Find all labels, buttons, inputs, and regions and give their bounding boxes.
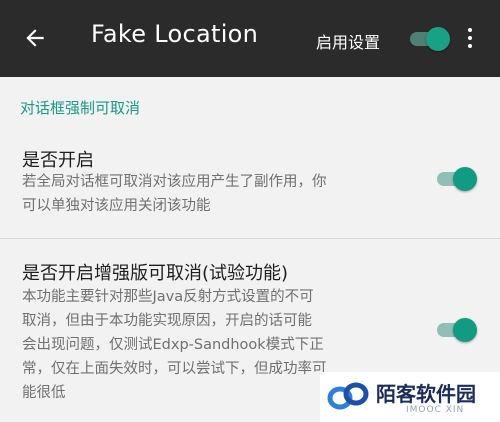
watermark-text: 陌客软件园 xyxy=(376,382,476,406)
enable-settings-label: 启用设置 xyxy=(316,33,381,52)
watermark: 陌客软件园 IMOOC XIN xyxy=(320,372,500,422)
section-header: 对话框强制可取消 xyxy=(20,99,141,117)
summary-line: 会出现问题，仅测试Edxp-Sandhook模式下正 xyxy=(22,337,324,353)
page-title: Fake Location xyxy=(91,20,259,48)
switch-thumb xyxy=(453,167,477,191)
more-vert-icon[interactable] xyxy=(466,28,474,50)
item-summary-enhanced: 本功能主要针对那些Java反射方式设置的不可 取消，但由于本功能实现原因，开启的… xyxy=(22,285,327,405)
watermark-logo-icon xyxy=(327,382,369,410)
item-title-enable: 是否开启 xyxy=(22,150,94,171)
divider xyxy=(0,238,500,239)
summary-line: 可以单独对该应用关闭该功能 xyxy=(22,198,211,214)
watermark-subtext: IMOOC XIN xyxy=(406,405,465,415)
app-bar: Fake Location 启用设置 xyxy=(0,0,500,77)
arrow-left-icon[interactable] xyxy=(22,25,48,51)
switch-thumb xyxy=(453,318,477,342)
item-title-enhanced: 是否开启增强版可取消(试验功能) xyxy=(22,263,289,284)
summary-line: 常，仅在上面失效时，可以尝试下，但成功率可 xyxy=(22,361,327,377)
item-enable-switch[interactable] xyxy=(437,167,477,191)
item-enhanced-switch[interactable] xyxy=(437,318,477,342)
item-summary-enable: 若全局对话框可取消对该应用产生了副作用，你 可以单独对该应用关闭该功能 xyxy=(22,170,327,218)
summary-line: 取消，但由于本功能实现原因，开启的话可能 xyxy=(22,313,312,329)
summary-line: 本功能主要针对那些Java反射方式设置的不可 xyxy=(22,289,314,305)
summary-line: 若全局对话框可取消对该应用产生了副作用，你 xyxy=(22,174,327,190)
enable-settings-switch[interactable] xyxy=(410,27,450,51)
summary-line: 能很低 xyxy=(22,385,66,401)
switch-thumb xyxy=(426,27,450,51)
